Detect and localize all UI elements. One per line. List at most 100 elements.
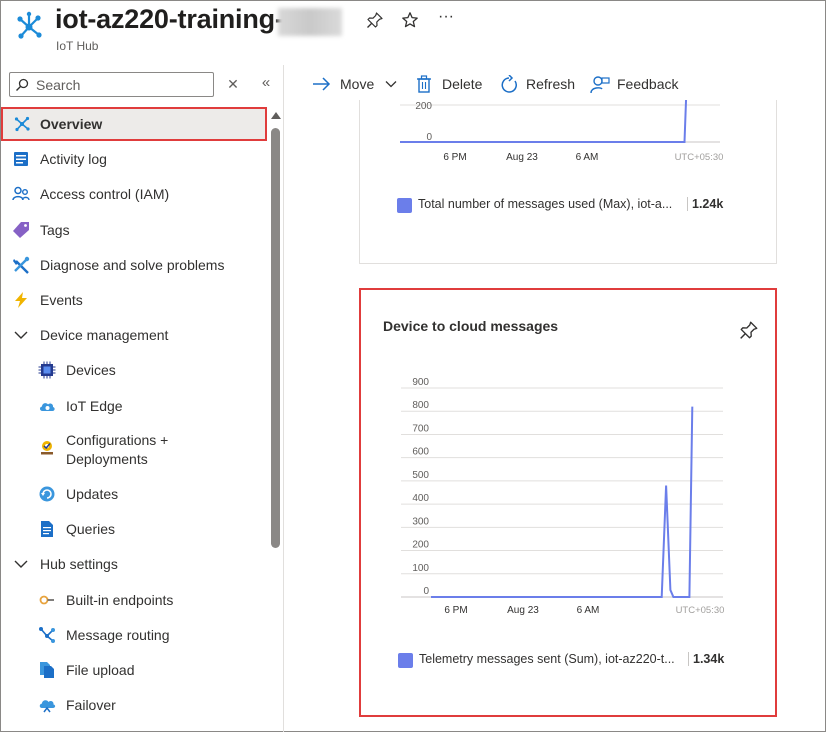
sidebar-item-label: Events bbox=[40, 292, 83, 308]
updates-icon bbox=[39, 486, 55, 502]
sidebar-item-configurations[interactable]: Configurations + Deployments bbox=[0, 424, 268, 468]
sidebar-item-label: File upload bbox=[66, 662, 135, 678]
y-tick-label: 100 bbox=[412, 563, 429, 574]
y-tick-label: 300 bbox=[412, 516, 429, 527]
sidebar-item-devices[interactable]: Devices bbox=[0, 353, 268, 387]
y-tick-label: 700 bbox=[412, 423, 429, 434]
delete-button[interactable]: Delete bbox=[416, 74, 486, 96]
wrench-icon bbox=[13, 256, 30, 274]
sidebar-item-iot-edge[interactable]: IoT Edge bbox=[0, 389, 268, 423]
y-tick-label: 400 bbox=[412, 493, 429, 504]
search-input[interactable] bbox=[36, 76, 206, 94]
cloud-icon bbox=[39, 403, 55, 411]
collapse-sidebar-icon[interactable]: « bbox=[258, 74, 274, 92]
y-tick-label: 900 bbox=[412, 377, 429, 388]
sidebar-item-overview[interactable]: Overview bbox=[1, 107, 267, 141]
y-tick-label: 200 bbox=[415, 101, 432, 112]
sidebar-item-label: Diagnose and solve problems bbox=[40, 257, 225, 273]
configurations-icon bbox=[41, 441, 53, 455]
clear-search-icon[interactable]: ✕ bbox=[226, 76, 240, 92]
sidebar-item-label: Queries bbox=[66, 521, 116, 537]
sidebar-item-events[interactable]: Events bbox=[0, 283, 268, 317]
sidebar-item-updates[interactable]: Updates bbox=[0, 477, 268, 511]
search-icon bbox=[16, 78, 29, 91]
lightning-icon bbox=[15, 292, 27, 308]
refresh-button[interactable]: Refresh bbox=[499, 74, 577, 96]
endpoint-icon bbox=[39, 595, 54, 605]
x-tick-label: 6 PM bbox=[444, 605, 467, 616]
trash-icon bbox=[417, 75, 431, 93]
sidebar-item-label: Updates bbox=[66, 486, 119, 502]
sidebar-scrollbar[interactable] bbox=[270, 110, 282, 732]
feedback-icon bbox=[590, 76, 610, 94]
x-tick-label: 6 PM bbox=[443, 152, 466, 163]
sidebar-item-tags[interactable]: Tags bbox=[0, 213, 268, 247]
legend-label: Telemetry messages sent (Sum), iot-az220… bbox=[419, 652, 675, 666]
delete-label: Delete bbox=[442, 76, 483, 92]
metric-tile-total-messages[interactable]: 200 0 6 PM Aug 23 6 AM UTC+05:30 Total n… bbox=[359, 100, 777, 264]
sidebar-item-message-routing[interactable]: Message routing bbox=[0, 618, 268, 652]
timezone-label: UTC+05:30 bbox=[675, 152, 724, 163]
search-box[interactable] bbox=[9, 72, 214, 97]
y-tick-label: 200 bbox=[412, 540, 429, 551]
sidebar-item-label: Hub settings bbox=[40, 556, 118, 572]
more-icon[interactable]: ··· bbox=[437, 8, 455, 26]
total-messages-chart: 200 0 6 PM Aug 23 6 AM UTC+05:30 bbox=[400, 100, 724, 163]
legend-swatch bbox=[398, 653, 413, 668]
sidebar-item-label: Activity log bbox=[40, 151, 107, 167]
document-icon bbox=[41, 521, 53, 537]
sidebar-divider bbox=[283, 65, 284, 732]
pin-icon[interactable] bbox=[366, 11, 384, 29]
failover-icon bbox=[39, 700, 56, 713]
sidebar-item-file-upload[interactable]: File upload bbox=[0, 653, 268, 687]
chevron-down-icon bbox=[14, 560, 28, 568]
y-tick-label: 800 bbox=[412, 400, 429, 411]
chip-icon bbox=[38, 361, 56, 379]
move-button[interactable]: Move bbox=[312, 74, 400, 96]
chevron-down-icon bbox=[385, 81, 397, 88]
feedback-button[interactable]: Feedback bbox=[590, 74, 682, 96]
legend-value: 1.24k bbox=[687, 197, 723, 211]
sidebar-item-label: Built-in endpoints bbox=[66, 592, 174, 608]
x-tick-label: 6 AM bbox=[577, 605, 600, 616]
y-tick-label: 500 bbox=[412, 470, 429, 481]
move-label: Move bbox=[340, 76, 375, 92]
sidebar-group-hub-settings[interactable]: Hub settings bbox=[0, 547, 268, 581]
sidebar-item-label: Access control (IAM) bbox=[40, 186, 170, 202]
sidebar-item-activity-log[interactable]: Activity log bbox=[0, 142, 268, 176]
overview-icon bbox=[14, 116, 30, 132]
sidebar-item-label: IoT Edge bbox=[66, 398, 123, 414]
legend-swatch bbox=[397, 198, 412, 213]
sidebar-item-queries[interactable]: Queries bbox=[0, 512, 268, 546]
sidebar-item-label-line2: Deployments bbox=[66, 451, 148, 467]
page-subtitle: IoT Hub bbox=[56, 39, 99, 53]
scrollbar-thumb[interactable] bbox=[271, 128, 280, 548]
sidebar-item-label: Message routing bbox=[66, 627, 170, 643]
sidebar-item-failover[interactable]: Failover bbox=[0, 688, 268, 722]
sidebar-item-label: Device management bbox=[40, 327, 169, 343]
tile-title: Device to cloud messages bbox=[383, 318, 559, 334]
refresh-label: Refresh bbox=[526, 76, 576, 92]
activity-log-icon bbox=[14, 152, 28, 166]
file-upload-icon bbox=[40, 662, 54, 678]
sidebar-item-label: Failover bbox=[66, 697, 116, 713]
tag-icon bbox=[13, 222, 29, 238]
sidebar-item-access-control[interactable]: Access control (IAM) bbox=[0, 177, 268, 211]
metric-tile-device-to-cloud[interactable]: Device to cloud messages 0 100 200 300 400 50… bbox=[359, 288, 777, 717]
page-header: iot-az220-training- IoT Hub ··· bbox=[0, 0, 826, 64]
sidebar-item-label: Configurations + bbox=[66, 432, 169, 448]
pin-icon[interactable] bbox=[739, 320, 759, 340]
sidebar-item-diagnose[interactable]: Diagnose and solve problems bbox=[0, 248, 268, 282]
timezone-label: UTC+05:30 bbox=[676, 605, 725, 616]
scroll-up-arrow-icon[interactable] bbox=[271, 112, 281, 119]
access-control-icon bbox=[12, 186, 30, 201]
sidebar-item-label: Devices bbox=[66, 362, 116, 378]
y-tick-label: 0 bbox=[423, 586, 429, 597]
sidebar-item-built-in-endpoints[interactable]: Built-in endpoints bbox=[0, 583, 268, 617]
star-icon[interactable] bbox=[401, 11, 419, 29]
x-tick-label: 6 AM bbox=[576, 152, 599, 163]
sidebar-group-device-management[interactable]: Device management bbox=[0, 318, 268, 352]
chevron-down-icon bbox=[14, 331, 28, 339]
page-title: iot-az220-training- bbox=[55, 4, 284, 34]
sidebar-item-label: Overview bbox=[40, 116, 103, 132]
